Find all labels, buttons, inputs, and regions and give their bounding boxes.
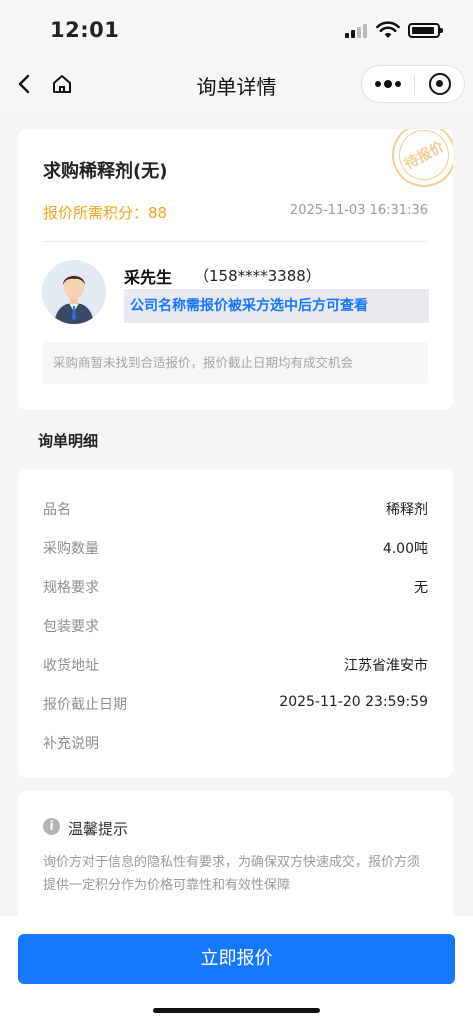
detail-label: 包装要求 [43, 619, 99, 635]
quote-now-button[interactable]: 立即报价 [18, 934, 455, 984]
cellular-signal-icon [345, 24, 371, 38]
detail-value: 4.00吨 [382, 541, 428, 557]
tip-text: 询价方对于信息的隐私性有要求，为确保双方快速成交，报价方须提供一定积分作为价格可… [43, 855, 421, 893]
detail-row: 收货地址 江苏省淮安市 [43, 655, 428, 679]
home-icon[interactable] [48, 70, 76, 98]
detail-value: 2025-11-20 23:59:59 [279, 694, 428, 710]
inquiry-details-card: 品名 稀释剂 采购数量 4.00吨 规格要求 无 包装要求 收货地址 江苏省淮安市 报价… [18, 469, 453, 778]
detail-row: 规格要求 无 [43, 577, 428, 601]
info-icon: i [43, 818, 60, 835]
nav-bar: 询单详情 [0, 56, 473, 112]
stamp-label: 待报价 [402, 138, 447, 173]
detail-value: 稀释剂 [386, 502, 428, 518]
tip-title: 温馨提示 [68, 820, 129, 838]
required-points: 报价所需积分：88 [43, 202, 167, 223]
no-suitable-quote-notice: 采购商暂未找到合适报价，报价截止日期均有成交机会 [43, 342, 428, 384]
detail-row: 补充说明 [43, 733, 428, 757]
detail-row: 包装要求 [43, 616, 428, 640]
detail-label: 收货地址 [43, 658, 99, 674]
divider [43, 241, 428, 242]
detail-row: 采购数量 4.00吨 [43, 538, 428, 562]
status-bar: 12:01 [0, 0, 473, 56]
product-title: 求购稀释剂(无) [43, 161, 168, 182]
chevron-left-icon[interactable] [10, 70, 38, 98]
detail-row: 品名 稀释剂 [43, 499, 428, 523]
detail-value: 江苏省淮安市 [344, 658, 428, 674]
section-title-inquiry-details: 询单明细 [38, 432, 99, 450]
detail-label: 报价截止日期 [43, 697, 127, 713]
detail-label: 品名 [43, 502, 71, 518]
points-value: 88 [148, 204, 168, 222]
buyer-name: 采先生 [124, 268, 173, 287]
battery-icon [408, 23, 443, 38]
buyer-phone: （158****3388） [194, 267, 321, 285]
bottom-action-bar: 立即报价 [0, 916, 473, 1024]
pending-quote-stamp: 待报价 [380, 129, 453, 199]
warm-tip-card: i 温馨提示 询价方对于信息的隐私性有要求，为确保双方快速成交，报价方须提供一定… [18, 791, 453, 919]
detail-value: 无 [414, 580, 428, 596]
mini-program-capsule [361, 65, 465, 103]
detail-label: 规格要求 [43, 580, 99, 596]
mini-program-close-icon[interactable] [415, 66, 465, 102]
detail-label: 采购数量 [43, 541, 99, 557]
inquiry-date: 2025-11-03 16:31:36 [289, 203, 428, 218]
home-indicator [153, 1008, 320, 1013]
inquiry-card: 求购稀释剂(无) 待报价 报价所需积分：88 2025-11-03 16:31:… [18, 129, 453, 410]
points-label: 报价所需积分： [43, 204, 149, 222]
status-time: 12:01 [50, 18, 120, 42]
more-dots-icon[interactable] [362, 66, 414, 102]
detail-row: 报价截止日期 2025-11-20 23:59:59 [43, 694, 428, 718]
avatar [42, 260, 106, 324]
detail-label: 补充说明 [43, 736, 99, 752]
company-name-hint: 公司名称需报价被采方选中后方可查看 [124, 289, 429, 323]
wifi-icon [376, 21, 400, 38]
